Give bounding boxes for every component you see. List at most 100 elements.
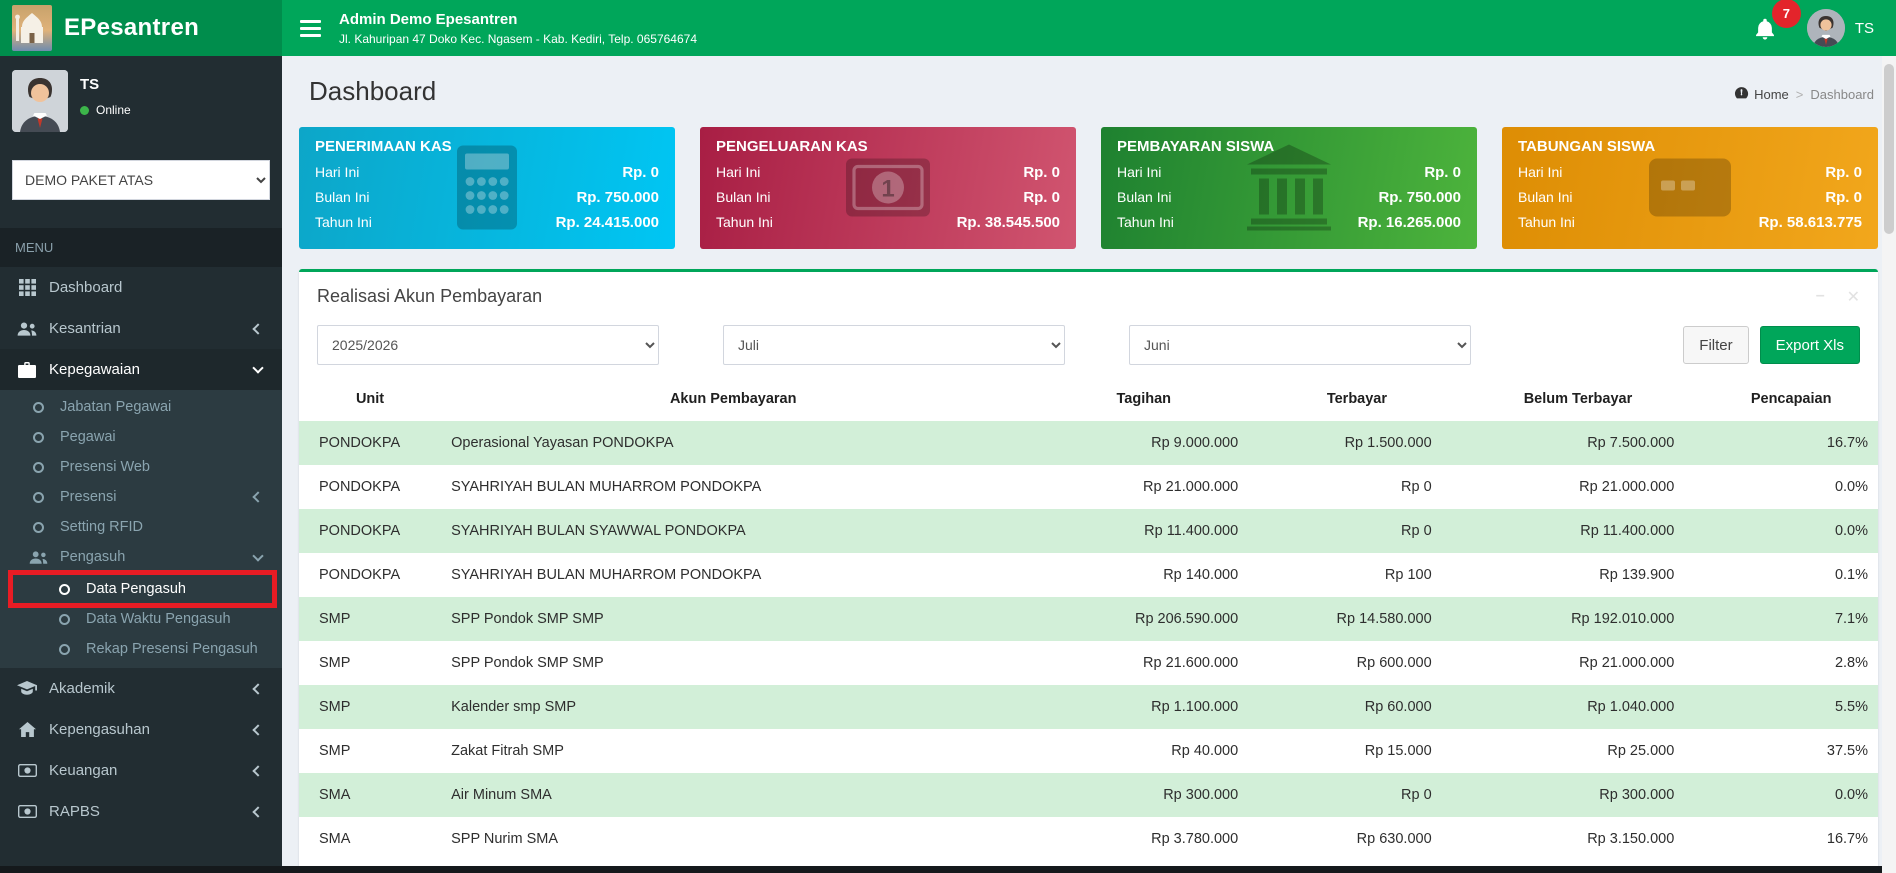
table-row[interactable]: PONDOKPA SYAHRIYAH BULAN SYAWWAL PONDOKP… — [299, 509, 1878, 553]
export-xls-button[interactable]: Export Xls — [1759, 326, 1860, 364]
table-row[interactable]: SMP Zakat Fitrah SMP Rp 40.000 Rp 15.000… — [299, 729, 1878, 773]
sidebar-item-setting-rfid[interactable]: Setting RFID — [0, 512, 282, 542]
sidebar-item-presensi[interactable]: Presensi — [0, 482, 282, 512]
chevron-down-icon — [252, 362, 266, 374]
card-line: Bulan Ini Rp. 750.000 — [315, 185, 659, 210]
chevron-left-icon — [252, 723, 266, 736]
table-row[interactable]: SMA Air Minum SMA Rp 300.000 Rp 0 Rp 300… — [299, 773, 1878, 817]
cell-akun-pembayaran: Air Minum SMA — [451, 787, 552, 803]
sidebar-item-pengasuh[interactable]: Pengasuh — [0, 542, 282, 572]
bottom-edge-strip — [0, 866, 1882, 873]
cell-pencapaian: 16.7% — [1826, 831, 1868, 847]
pengasuh-submenu-wrap: Data Pengasuh Data Waktu Pengasuh Rekap … — [0, 570, 282, 666]
sidebar-item-pegawai[interactable]: Pegawai — [0, 422, 282, 452]
sidebar-toggle-icon[interactable] — [282, 16, 339, 41]
cell-terbayar: Rp 600.000 — [1356, 655, 1432, 671]
card-line-label: Bulan Ini — [716, 189, 771, 205]
card-pembayaran-siswa: PEMBAYARAN SISWA Hari Ini Rp. 0 Bulan Ini… — [1101, 127, 1477, 249]
column-header-belum-terbayar: Belum Terbayar — [1523, 391, 1633, 407]
user-menu[interactable]: TS — [1806, 9, 1874, 47]
table-row[interactable]: SMA SPP Nurim SMA Rp 3.780.000 Rp 630.00… — [299, 817, 1878, 861]
menu-label: Kepengasuhan — [49, 721, 150, 738]
cell-pencapaian: 2.8% — [1834, 655, 1868, 671]
table-row[interactable]: PONDOKPA Operasional Yayasan PONDOKPA Rp… — [299, 421, 1878, 465]
sidebar-item-rekap-presensi-pengasuh[interactable]: Rekap Presensi Pengasuh — [0, 634, 282, 664]
cell-terbayar: Rp 630.000 — [1356, 831, 1432, 847]
cell-pencapaian: 37.5% — [1826, 743, 1868, 759]
sidebar-item-dashboard[interactable]: Dashboard — [0, 267, 282, 308]
notifications-button[interactable]: 7 — [1753, 0, 1801, 46]
cell-belum-terbayar: Rp 11.400.000 — [1580, 523, 1675, 539]
cell-belum-terbayar: Rp 192.010.000 — [1571, 611, 1675, 627]
kepegawaian-submenu-wrap: Jabatan Pegawai Pegawai Presensi Web Pre… — [0, 390, 282, 668]
filter-button[interactable]: Filter — [1683, 326, 1749, 364]
sidebar-item-kesantrian[interactable]: Kesantrian — [0, 308, 282, 349]
card-line-label: Bulan Ini — [1518, 189, 1573, 205]
user-avatar-large — [12, 70, 68, 132]
table-row[interactable]: PONDOKPA SYAHRIYAH BULAN MUHARROM PONDOK… — [299, 465, 1878, 509]
cell-akun-pembayaran: SYAHRIYAH BULAN SYAWWAL PONDOKPA — [451, 523, 746, 539]
sidebar-item-rapbs[interactable]: RAPBS — [0, 791, 282, 832]
table-row[interactable]: SMP SPP Pondok SMP SMP Rp 206.590.000 Rp… — [299, 597, 1878, 641]
panel-header: Realisasi Akun Pembayaran – ✕ — [299, 272, 1878, 313]
menu-label: Presensi Web — [60, 459, 150, 475]
breadcrumb-home-link[interactable]: Home — [1734, 86, 1789, 103]
sidebar-item-akademik[interactable]: Akademik — [0, 668, 282, 709]
sidebar-item-presensi-web[interactable]: Presensi Web — [0, 452, 282, 482]
site-title: Admin Demo Epesantren — [339, 10, 518, 28]
cell-unit: PONDOKPA — [319, 567, 401, 583]
package-select[interactable]: DEMO PAKET ATAS — [12, 160, 270, 200]
cell-belum-terbayar: Rp 21.000.000 — [1579, 479, 1675, 495]
vertical-scrollbar[interactable] — [1882, 56, 1896, 873]
circle-icon — [53, 643, 75, 655]
cell-terbayar: Rp 1.500.000 — [1344, 435, 1432, 451]
card-pengeluaran-kas: 1 PENGELUARAN KAS Hari Ini Rp. 0 Bulan In… — [700, 127, 1076, 249]
card-line: Bulan Ini Rp. 0 — [716, 185, 1060, 210]
dashboard-gauge-icon — [1734, 86, 1749, 103]
card-line-value: Rp. 0 — [1424, 164, 1461, 181]
sidebar-menu: Dashboard Kesantrian Kepegawaian Jabatan… — [0, 267, 282, 832]
table-row[interactable]: PONDOKPA SYAHRIYAH BULAN MUHARROM PONDOK… — [299, 553, 1878, 597]
sidebar-item-keuangan[interactable]: Keuangan — [0, 750, 282, 791]
cell-unit: SMP — [319, 655, 351, 671]
realisasi-panel: Realisasi Akun Pembayaran – ✕ 2025/2026 … — [299, 269, 1878, 873]
sidebar-item-data-pengasuh[interactable]: Data Pengasuh — [0, 570, 282, 608]
table-row[interactable]: SMP Kalender smp SMP Rp 1.100.000 Rp 60.… — [299, 685, 1878, 729]
card-line: Tahun Ini Rp. 24.415.000 — [315, 210, 659, 235]
collapse-icon[interactable]: – — [1816, 287, 1825, 307]
navbar-right: 7 TS — [1753, 0, 1896, 47]
cell-terbayar: Rp 14.580.000 — [1336, 611, 1432, 627]
cell-unit: PONDOKPA — [319, 479, 401, 495]
cell-akun-pembayaran: Kalender smp SMP — [451, 699, 577, 715]
table-row[interactable]: SMP SPP Pondok SMP SMP Rp 21.600.000 Rp … — [299, 641, 1878, 685]
sidebar-item-kepegawaian[interactable]: Kepegawaian — [0, 349, 282, 390]
briefcase-icon — [16, 361, 38, 378]
cell-tagihan: Rp 206.590.000 — [1134, 611, 1239, 627]
year-select[interactable]: 2025/2026 — [317, 325, 659, 365]
cell-terbayar: Rp 60.000 — [1364, 699, 1432, 715]
site-title-block: Admin Demo Epesantren Jl. Kahuripan 47 D… — [339, 11, 697, 46]
scrollbar-thumb[interactable] — [1884, 64, 1894, 234]
month-to-select[interactable]: Juni — [1129, 325, 1471, 365]
sidebar-item-kepengasuhan[interactable]: Kepengasuhan — [0, 709, 282, 750]
month-from-select[interactable]: Juli — [723, 325, 1065, 365]
brand-logo[interactable]: EPesantren — [0, 0, 282, 56]
sidebar-user-status[interactable]: Online — [80, 103, 131, 117]
circle-icon — [53, 613, 75, 625]
cell-akun-pembayaran: Operasional Yayasan PONDOKPA — [451, 435, 674, 451]
cell-akun-pembayaran: SYAHRIYAH BULAN MUHARROM PONDOKPA — [451, 567, 762, 583]
menu-label: Keuangan — [49, 762, 118, 779]
card-line-label: Tahun Ini — [1117, 214, 1174, 230]
menu-label: Kesantrian — [49, 320, 121, 337]
notification-count-badge: 7 — [1771, 0, 1801, 28]
sidebar-item-jabatan-pegawai[interactable]: Jabatan Pegawai — [0, 392, 282, 422]
card-line-label: Tahun Ini — [315, 214, 372, 230]
circle-icon — [27, 521, 49, 533]
menu-label: Kepegawaian — [49, 361, 140, 378]
main-content: Dashboard Home > Dashboard PENERIMAAN KA… — [282, 56, 1896, 873]
close-icon[interactable]: ✕ — [1847, 287, 1860, 307]
card-line-value: Rp. 0 — [1825, 164, 1862, 181]
page-title: Dashboard — [309, 76, 437, 106]
sidebar-item-data-waktu-pengasuh[interactable]: Data Waktu Pengasuh — [0, 604, 282, 634]
filter-bar: 2025/2026 Juli Juni Filter Export Xls — [299, 313, 1878, 375]
